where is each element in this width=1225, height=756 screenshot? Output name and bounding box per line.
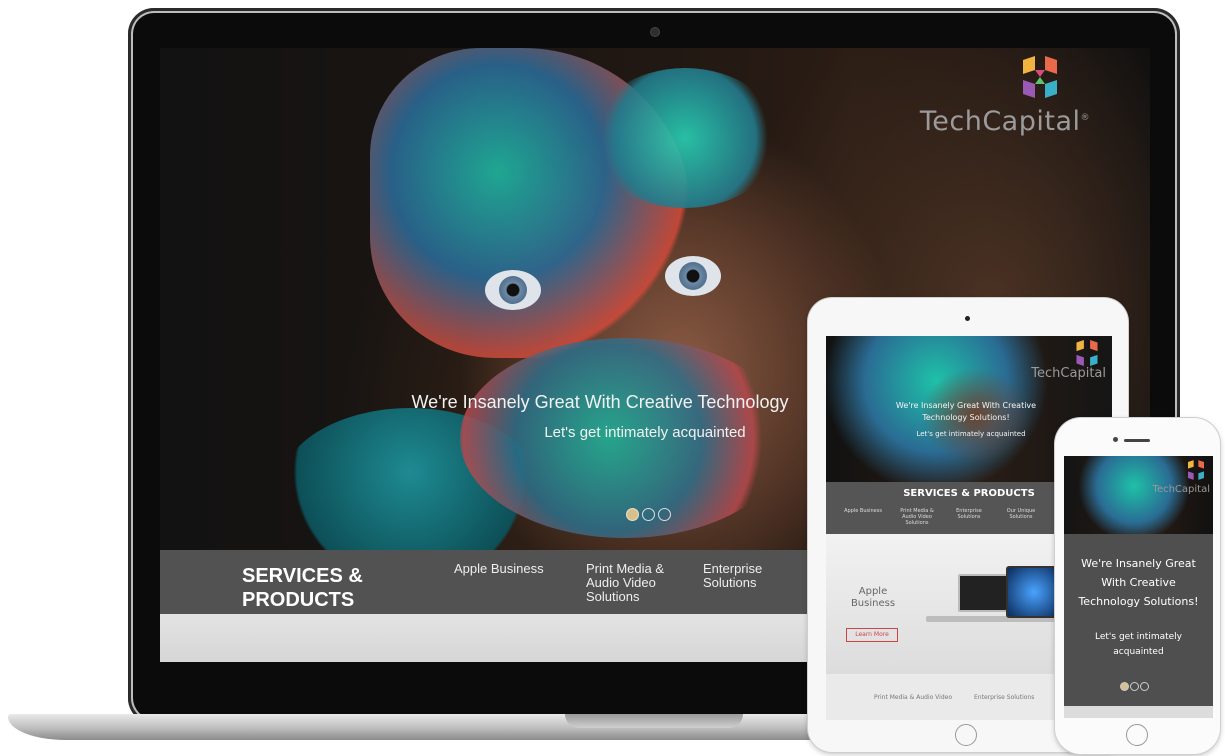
phone-hero-subline: Let's get intimately acquainted <box>1095 632 1182 657</box>
carousel-dot-2[interactable] <box>642 508 655 521</box>
laptop-camera <box>651 28 659 36</box>
phone-carousel-dots <box>1120 682 1149 691</box>
techcapital-logo-icon[interactable] <box>1023 56 1057 98</box>
phone-hero-headline: We're Insanely Great With Creative Techn… <box>1078 557 1199 608</box>
tablet-hero-subline: Let's get intimately acquainted <box>916 430 1026 438</box>
phone-home-button[interactable] <box>1126 724 1148 746</box>
hero-subline: Let's get intimately acquainted <box>544 424 746 441</box>
tablet-camera <box>965 316 970 321</box>
tablet-brand-name[interactable]: TechCapital <box>996 366 1106 381</box>
tablet-home-button[interactable] <box>955 724 977 746</box>
carousel-dot-1[interactable] <box>626 508 639 521</box>
macbook-product-image <box>958 574 1008 612</box>
service-apple-business[interactable]: Apple Business <box>454 562 564 576</box>
tablet-service-apple[interactable]: Apple Business <box>840 508 886 514</box>
learn-more-button[interactable]: Learn More <box>846 628 898 642</box>
phone-carousel-dot-2[interactable] <box>1130 682 1139 691</box>
phone-logo-icon[interactable] <box>1188 460 1204 480</box>
tablet-logo-icon[interactable] <box>1076 340 1098 366</box>
tablet-footer-enterprise[interactable]: Enterprise Solutions <box>974 694 1034 701</box>
tablet-apple-business-title: Apple Business <box>850 586 896 609</box>
service-enterprise[interactable]: Enterprise Solutions <box>703 562 783 590</box>
imac-product-image <box>1006 566 1062 618</box>
tablet-service-enterprise[interactable]: Enterprise Solutions <box>946 508 992 520</box>
carousel-dots <box>626 508 671 524</box>
hero-eye-right <box>665 256 721 296</box>
phone-speaker <box>1124 439 1150 442</box>
services-title: SERVICES & PRODUCTS <box>242 565 363 611</box>
phone-carousel-dot-3[interactable] <box>1140 682 1149 691</box>
brand-name[interactable]: TechCapital® <box>890 106 1090 137</box>
phone-bottom-strip <box>1064 706 1213 718</box>
hero-eye-left <box>485 270 541 310</box>
service-print-media[interactable]: Print Media & Audio Video Solutions <box>586 562 686 604</box>
carousel-dot-3[interactable] <box>658 508 671 521</box>
tablet-footer-print[interactable]: Print Media & Audio Video <box>874 694 952 701</box>
tablet-hero-headline: We're Insanely Great With Creative Techn… <box>895 401 1037 422</box>
tablet-service-print[interactable]: Print Media & Audio Video Solutions <box>894 508 940 526</box>
laptop-notch <box>565 714 743 728</box>
hero-paint-fingers <box>590 68 780 208</box>
phone-camera <box>1113 437 1118 442</box>
tablet-service-unique[interactable]: Our Unique Solutions <box>998 508 1044 520</box>
hero-headline: We're Insanely Great With Creative Techn… <box>411 392 789 412</box>
phone-screen: TechCapital We're Insanely Great With Cr… <box>1064 456 1213 718</box>
phone-brand-name[interactable]: TechCapital <box>1144 484 1210 495</box>
phone-carousel-dot-1[interactable] <box>1120 682 1129 691</box>
